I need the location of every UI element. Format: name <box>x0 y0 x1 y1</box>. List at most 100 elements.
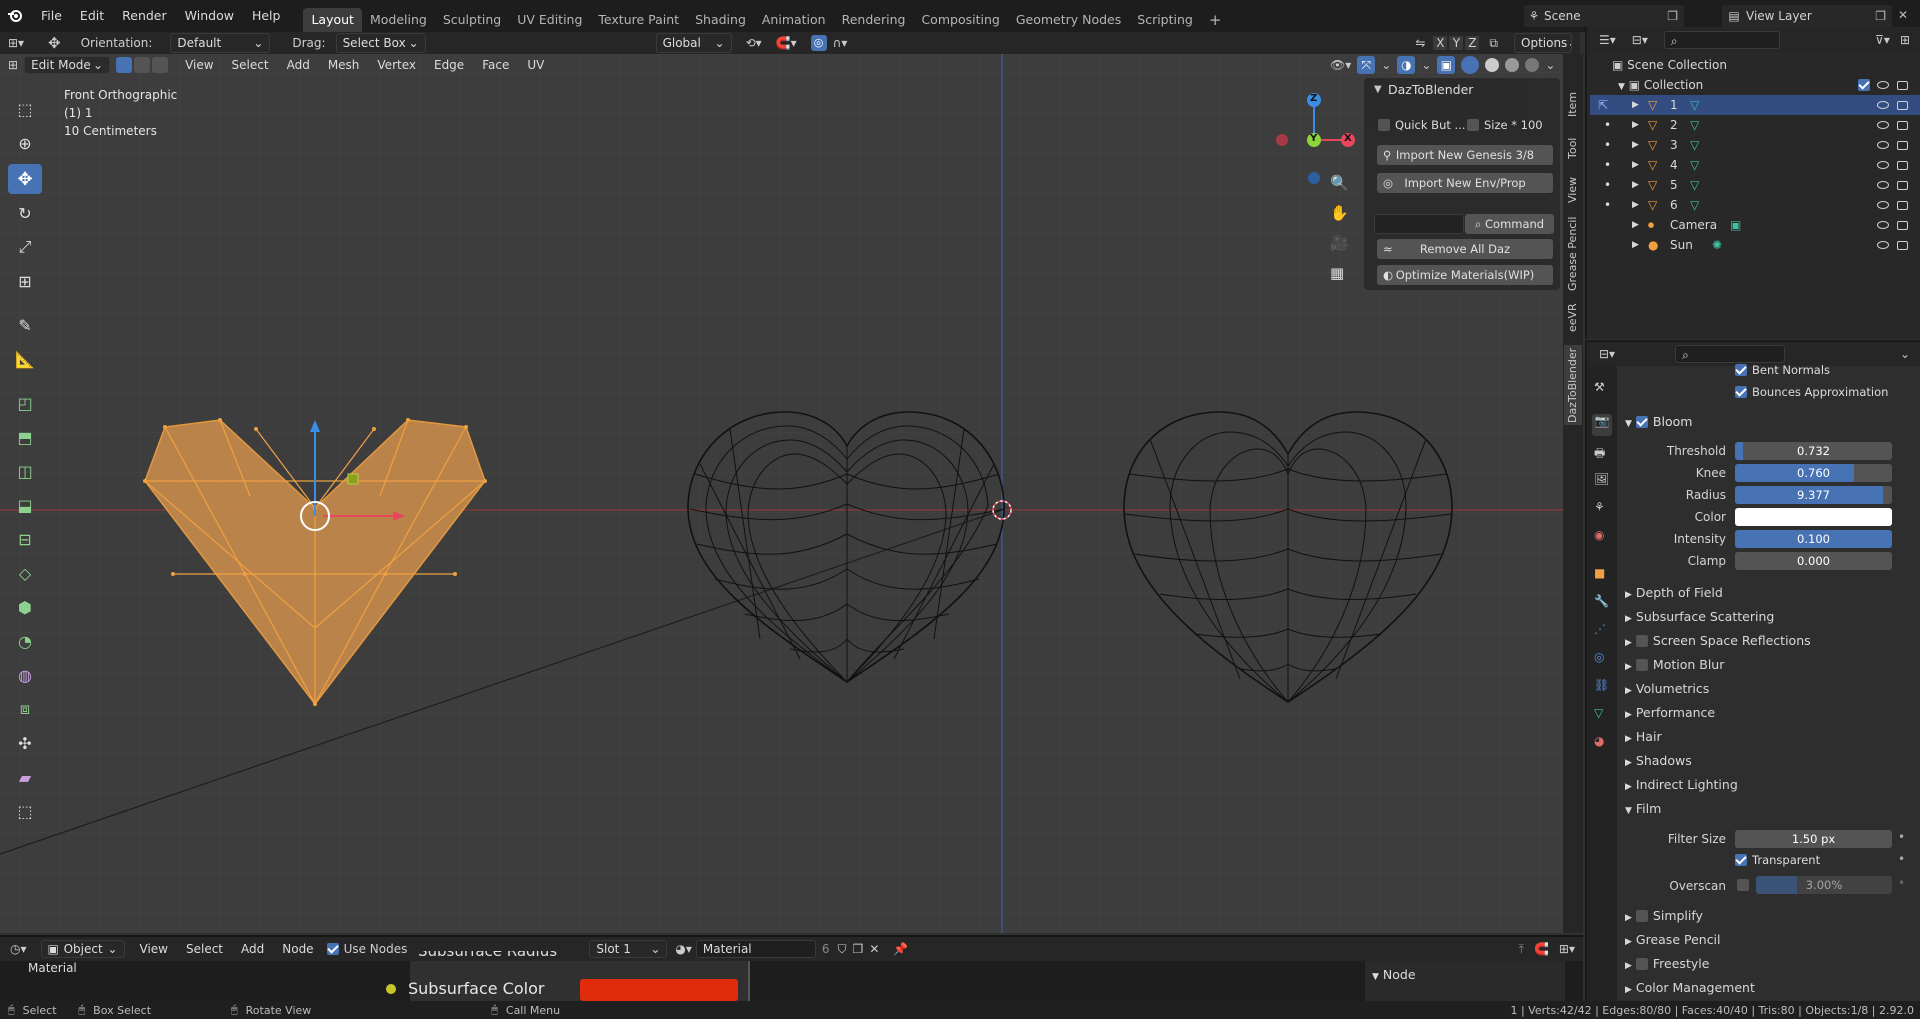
slot-select[interactable]: Slot 1 ⌄ <box>589 940 668 958</box>
menu-edit[interactable]: Edit <box>71 0 113 32</box>
render-camera-icon[interactable] <box>1897 181 1908 190</box>
bloom-panel-header[interactable]: ▼ Bloom <box>1625 414 1692 429</box>
node-menu-add[interactable]: Add <box>232 937 273 961</box>
options-button[interactable]: Options⌄ <box>1514 33 1572 53</box>
tool-edge-slide[interactable]: ⧈ <box>8 694 42 724</box>
quick-button-checkbox[interactable]: Quick But ... <box>1378 118 1465 132</box>
pivot-icon[interactable]: ⟲▾ <box>746 36 762 50</box>
collection-exclude-checkbox[interactable] <box>1858 79 1870 91</box>
size-100-checkbox[interactable]: Size * 100 <box>1467 118 1543 132</box>
tool-properties-icon[interactable]: ⚒ <box>1594 380 1605 394</box>
render-camera-icon[interactable] <box>1897 81 1908 90</box>
outliner-item-3[interactable]: • ▶ ▽ 3 ▽ <box>1590 135 1920 155</box>
tool-transform[interactable]: ⊞ <box>8 266 42 296</box>
add-workspace-button[interactable]: + <box>1201 8 1230 32</box>
filter-size-field[interactable]: 1.50 px <box>1735 830 1892 848</box>
tool-annotate[interactable]: ✎ <box>8 310 42 340</box>
command-input[interactable] <box>1374 214 1464 234</box>
section-simplify[interactable]: ▶ Simplify <box>1625 908 1703 923</box>
tool-move[interactable]: ✥ <box>8 164 42 194</box>
menu-uv[interactable]: UV <box>518 54 553 76</box>
falloff-icon[interactable]: ∩▾ <box>833 36 848 50</box>
outliner-item-6[interactable]: • ▶ ▽ 6 ▽ <box>1590 195 1920 215</box>
tab-shading[interactable]: Shading <box>687 8 754 32</box>
tab-eevr[interactable]: eeVR <box>1564 300 1582 336</box>
chevron-down-icon[interactable]: ⌄ <box>1421 58 1431 72</box>
snap-icon[interactable]: 🧲 <box>1534 942 1549 956</box>
gizmo-toggle-icon[interactable]: ⤧ <box>1357 56 1376 74</box>
tool-shrink-fatten[interactable]: ✣ <box>8 728 42 758</box>
tool-select-box[interactable]: ⬚ <box>8 94 42 124</box>
close-view-layer-icon[interactable]: ✕ <box>1898 8 1908 22</box>
overscan-slider[interactable]: 3.00% <box>1756 876 1892 894</box>
render-camera-icon[interactable] <box>1897 241 1908 250</box>
material-name-field[interactable]: Material <box>695 940 816 958</box>
section-hair[interactable]: ▶ Hair <box>1625 729 1662 744</box>
tool-shear[interactable]: ▰ <box>8 762 42 792</box>
editor-type-icon[interactable]: ⊞ <box>8 58 18 72</box>
bloom-checkbox[interactable] <box>1635 416 1648 428</box>
section-volumetrics[interactable]: ▶ Volumetrics <box>1625 681 1709 696</box>
auto-merge-icon[interactable]: ⧉ <box>1489 36 1498 51</box>
menu-add[interactable]: Add <box>278 54 319 76</box>
collection-row[interactable]: ▼ ▣ Collection <box>1590 75 1920 95</box>
section-freestyle[interactable]: ▶ Freestyle <box>1625 956 1709 971</box>
section-performance[interactable]: ▶ Performance <box>1625 705 1715 720</box>
unlink-material-icon[interactable]: ✕ <box>869 942 879 956</box>
section-depth-of-field[interactable]: ▶ Depth of Field <box>1625 585 1723 600</box>
tool-measure[interactable]: 📐 <box>8 344 42 374</box>
tab-sculpting[interactable]: Sculpting <box>435 8 509 32</box>
tool-spin[interactable]: ◔ <box>8 626 42 656</box>
outliner-search-input[interactable]: ⌕ <box>1663 31 1780 49</box>
radius-slider[interactable]: 9.377 <box>1735 486 1892 504</box>
material-browse-icon[interactable]: ◕▾ <box>675 942 692 956</box>
section-motion-blur[interactable]: ▶ Motion Blur <box>1625 657 1724 672</box>
visibility-eye-icon[interactable] <box>1877 121 1889 129</box>
tab-view[interactable]: View <box>1564 172 1582 208</box>
panel-collapse-icon[interactable]: ▼ <box>1374 84 1382 95</box>
modifier-properties-icon[interactable]: 🔧 <box>1594 594 1609 608</box>
menu-mesh[interactable]: Mesh <box>319 54 369 76</box>
tab-animation[interactable]: Animation <box>754 8 834 32</box>
render-camera-icon[interactable] <box>1897 141 1908 150</box>
constraints-properties-icon[interactable]: ⛓ <box>1594 678 1609 692</box>
tool-add-cube[interactable]: ◰ <box>8 388 42 418</box>
axis-z-toggle[interactable]: Z <box>1465 36 1480 50</box>
data-properties-icon[interactable]: ▽ <box>1594 706 1603 720</box>
new-collection-icon[interactable]: ⊞ <box>1900 33 1910 47</box>
tab-uv-editing[interactable]: UV Editing <box>509 8 590 32</box>
view-layer-selector[interactable]: ▤ View Layer ❐ <box>1722 5 1892 27</box>
material-properties-icon[interactable]: ◕ <box>1594 734 1604 748</box>
render-camera-icon[interactable] <box>1897 161 1908 170</box>
object-properties-icon[interactable]: ■ <box>1594 566 1605 580</box>
visibility-eye-icon[interactable] <box>1877 81 1889 89</box>
intensity-slider[interactable]: 0.100 <box>1735 530 1892 548</box>
tool-rip[interactable]: ⬚ <box>8 796 42 826</box>
chevron-down-icon[interactable]: ⌄ <box>1900 347 1910 361</box>
properties-search-input[interactable]: ⌕ <box>1675 345 1786 363</box>
object-type-select[interactable]: ▣ Object ⌄ <box>40 940 125 958</box>
tab-layout[interactable]: Layout <box>303 8 362 32</box>
tool-bevel[interactable]: ⬓ <box>8 490 42 520</box>
section-grease-pencil[interactable]: ▶ Grease Pencil <box>1625 932 1721 947</box>
face-select-icon[interactable] <box>152 57 169 73</box>
render-camera-icon[interactable] <box>1897 121 1908 130</box>
section-shadows[interactable]: ▶ Shadows <box>1625 753 1692 768</box>
outliner-item-5[interactable]: • ▶ ▽ 5 ▽ <box>1590 175 1920 195</box>
particles-properties-icon[interactable]: ⋰ <box>1594 622 1606 636</box>
axis-x-toggle[interactable]: X <box>1433 36 1448 50</box>
section-film[interactable]: ▼ Film <box>1625 801 1661 816</box>
3d-viewport[interactable]: ⊞ Edit Mode ⌄ View Select Add Mesh Vertex… <box>0 54 1563 933</box>
tab-daztoblender[interactable]: DazToBlender <box>1564 345 1582 425</box>
tab-scripting[interactable]: Scripting <box>1129 8 1201 32</box>
render-camera-icon[interactable] <box>1897 101 1908 110</box>
tab-item[interactable]: Item <box>1564 84 1582 124</box>
xray-toggle-icon[interactable]: ▣ <box>1437 56 1456 74</box>
overlay-toggle-icon[interactable]: ◑ <box>1397 56 1416 74</box>
visibility-eye-icon[interactable] <box>1877 161 1889 169</box>
bloom-color-swatch[interactable] <box>1735 508 1892 526</box>
blender-logo-icon[interactable] <box>6 7 24 25</box>
bent-normals-checkbox[interactable]: Bent Normals <box>1735 363 1830 377</box>
section-screen-space-reflections[interactable]: ▶ Screen Space Reflections <box>1625 633 1811 648</box>
keyframe-dot-icon[interactable]: • <box>1898 876 1905 890</box>
